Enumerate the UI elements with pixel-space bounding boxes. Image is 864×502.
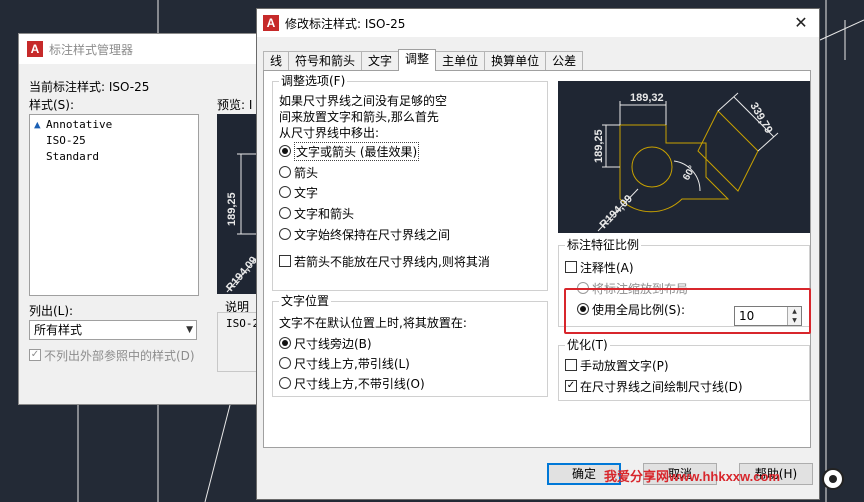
list-combo[interactable]: 所有样式 ▼ — [29, 320, 197, 340]
annotative-checkbox[interactable] — [565, 261, 577, 273]
fit-options-group: 调整选项(F) 如果尺寸界线之间没有足够的空 间来放置文字和箭头,那么首先 从尺… — [272, 74, 548, 291]
list-label: 列出(L): — [29, 304, 74, 318]
radio-text-or-arrows[interactable]: 文字或箭头 (最佳效果) — [279, 141, 420, 161]
manager-title: 标注样式管理器 — [49, 42, 134, 57]
red-highlight-box — [564, 288, 811, 334]
fit-tab-page: 调整选项(F) 如果尺寸界线之间没有足够的空 间来放置文字和箭头,那么首先 从尺… — [263, 70, 811, 448]
style-item-annotative[interactable]: ▲ Annotative — [34, 117, 194, 133]
dialog-titlebar: A 修改标注样式: ISO-25 ✕ — [257, 9, 819, 37]
close-icon[interactable]: ✕ — [791, 13, 811, 32]
radio-text-and-arrows[interactable]: 文字和箭头 — [279, 204, 354, 222]
watermark-text: 我爱分享网www.hhkxxw.com — [604, 469, 781, 484]
tab-primary-units[interactable]: 主单位 — [435, 51, 486, 71]
text-placement-title: 文字位置 — [279, 294, 332, 308]
tab-tolerances[interactable]: 公差 — [545, 51, 584, 71]
styles-label: 样式(S): — [29, 98, 75, 112]
radio-button[interactable] — [279, 228, 291, 240]
tab-strip: 线 符号和箭头 文字 调整 主单位 换算单位 公差 — [263, 49, 584, 71]
fit-options-line2: 间来放置文字和箭头,那么首先 — [279, 110, 439, 124]
autocad-logo-icon: A — [27, 41, 43, 57]
style-item-standard[interactable]: Standard — [34, 149, 194, 165]
tab-symbols-arrows[interactable]: 符号和箭头 — [288, 51, 363, 71]
manual-place-text-option[interactable]: 手动放置文字(P) — [565, 356, 669, 374]
radio-beside-dim-line[interactable]: 尺寸线旁边(B) — [279, 334, 372, 352]
fit-options-line1: 如果尺寸界线之间没有足够的空 — [279, 94, 448, 108]
radio-text[interactable]: 文字 — [279, 183, 318, 201]
radio-arrows[interactable]: 箭头 — [279, 163, 318, 181]
current-style-label: 当前标注样式: ISO-25 — [29, 80, 150, 94]
preview-angle: 60° — [681, 164, 698, 183]
preview-dim-right: 339,79 — [747, 101, 774, 136]
radio-text-between-ext-lines[interactable]: 文字始终保持在尺寸界线之间 — [279, 225, 450, 243]
radio-button[interactable] — [279, 377, 291, 389]
fine-tuning-group: 优化(T) 手动放置文字(P) ✓ 在尺寸界线之间绘制尺寸线(D) — [558, 338, 810, 401]
text-placement-group: 文字位置 文字不在默认位置上时,将其放置在: 尺寸线旁边(B) 尺寸线上方,带引… — [272, 294, 548, 397]
preview-label: 预览: I — [217, 98, 253, 112]
pin-icon — [822, 468, 844, 490]
dimension-style-manager-window: A 标注样式管理器 当前标注样式: ISO-25 样式(S): ▲ Annotat… — [18, 33, 269, 405]
exclude-xref-label: 不列出外部参照中的样式(D) — [44, 348, 195, 363]
draw-dim-line-option[interactable]: ✓ 在尺寸界线之间绘制尺寸线(D) — [565, 377, 743, 395]
radio-button[interactable] — [279, 357, 291, 369]
exclude-xref-option[interactable]: ✓ 不列出外部参照中的样式(D) — [29, 346, 195, 364]
preview-radius: R194,09 — [598, 193, 636, 231]
fit-preview-drawing: 189,32 189,25 339,79 60° R194,09 — [593, 92, 779, 232]
radio-over-without-leader[interactable]: 尺寸线上方,不带引线(O) — [279, 374, 425, 392]
annotative-option[interactable]: 注释性(A) — [565, 258, 634, 276]
styles-list[interactable]: ▲ Annotative ISO-25 Standard — [29, 114, 199, 296]
manual-place-checkbox[interactable] — [565, 359, 577, 371]
tab-alternate-units[interactable]: 换算单位 — [484, 51, 547, 71]
suppress-arrows-option[interactable]: 若箭头不能放在尺寸界线内,则将其消 — [279, 252, 490, 270]
preview-dim-left: 189,25 — [593, 129, 605, 163]
annotative-icon: ▲ — [34, 118, 41, 131]
fit-preview: 189,32 189,25 339,79 60° R194,09 — [558, 81, 810, 233]
preview-dim-top: 189,32 — [630, 92, 664, 104]
exclude-xref-checkbox[interactable]: ✓ — [29, 349, 41, 361]
fit-options-line3: 从尺寸界线中移出: — [279, 126, 380, 140]
radio-over-with-leader[interactable]: 尺寸线上方,带引线(L) — [279, 354, 410, 372]
chevron-down-icon: ▼ — [186, 325, 193, 335]
style-item-iso25[interactable]: ISO-25 — [34, 133, 194, 149]
manager-preview-radius: R194,09 — [224, 254, 260, 294]
radio-button[interactable] — [279, 166, 291, 178]
text-placement-desc: 文字不在默认位置上时,将其放置在: — [279, 316, 467, 330]
radio-button[interactable] — [279, 145, 291, 157]
manager-titlebar: A 标注样式管理器 — [19, 34, 267, 64]
list-combo-value: 所有样式 — [34, 323, 83, 337]
description-value: ISO-2 — [226, 317, 260, 330]
autocad-logo-icon: A — [263, 15, 279, 31]
radio-button[interactable] — [279, 186, 291, 198]
tab-fit[interactable]: 调整 — [398, 49, 437, 71]
manager-preview-dim: 189,25 — [226, 192, 238, 226]
draw-dim-line-checkbox[interactable]: ✓ — [565, 380, 577, 392]
radio-button[interactable] — [279, 337, 291, 349]
fit-options-title: 调整选项(F) — [279, 74, 348, 88]
suppress-arrows-checkbox[interactable] — [279, 255, 291, 267]
fine-tuning-title: 优化(T) — [565, 338, 610, 352]
dialog-title: 修改标注样式: ISO-25 — [285, 16, 406, 31]
tab-lines[interactable]: 线 — [263, 51, 290, 71]
scale-group-title: 标注特征比例 — [565, 238, 642, 252]
radio-button[interactable] — [279, 207, 291, 219]
modify-dimension-style-dialog: A 修改标注样式: ISO-25 ✕ 线 符号和箭头 文字 调整 主单位 换算单… — [256, 8, 820, 500]
tab-text[interactable]: 文字 — [361, 51, 400, 71]
